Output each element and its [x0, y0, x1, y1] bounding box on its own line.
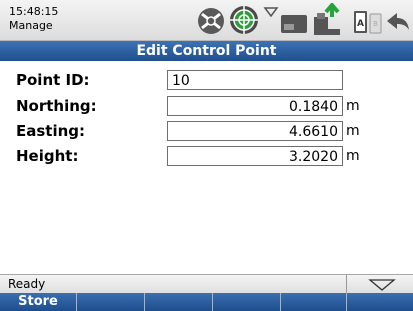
- page-title: Edit Control Point: [0, 41, 413, 61]
- softkey-6[interactable]: [347, 293, 413, 311]
- satellite-icon[interactable]: [196, 6, 226, 36]
- height-label: Height:: [16, 147, 79, 165]
- gnss-target-icon[interactable]: [228, 4, 260, 36]
- mode-label: Manage: [9, 19, 53, 32]
- usb-transfer-icon[interactable]: [312, 3, 342, 37]
- status-bar: Ready: [0, 274, 413, 294]
- easting-field[interactable]: 4.6610: [167, 121, 343, 141]
- easting-label: Easting:: [16, 122, 86, 140]
- height-field[interactable]: 3.2020: [167, 146, 343, 166]
- expand-chevron-icon[interactable]: [368, 278, 396, 292]
- softkey-4[interactable]: [213, 293, 281, 311]
- northing-label: Northing:: [16, 97, 97, 115]
- height-unit: m: [346, 148, 360, 164]
- svg-text:A: A: [357, 19, 364, 29]
- back-arrow-icon[interactable]: [385, 10, 411, 32]
- time-display: 15:48:15: [9, 5, 59, 18]
- store-button[interactable]: Store: [0, 293, 77, 311]
- softkey-3[interactable]: [145, 293, 213, 311]
- softkey-2[interactable]: [77, 293, 145, 311]
- northing-field[interactable]: 0.1840: [167, 96, 343, 116]
- point-id-label: Point ID:: [16, 71, 90, 89]
- top-status-bar: 15:48:15 Manage A B: [0, 0, 413, 41]
- clock: 15:48:15 Manage: [9, 5, 58, 33]
- easting-unit: m: [346, 123, 360, 139]
- battery-icon[interactable]: A B: [353, 9, 383, 35]
- northing-unit: m: [346, 98, 360, 114]
- status-text: Ready: [8, 277, 46, 291]
- softkey-5[interactable]: [281, 293, 347, 311]
- controller-icon[interactable]: [280, 12, 310, 36]
- status-divider: [346, 275, 347, 294]
- softkey-bar: Store: [0, 293, 413, 311]
- point-id-field[interactable]: 10: [167, 70, 343, 90]
- radio-icon[interactable]: [263, 5, 279, 19]
- svg-text:B: B: [373, 20, 378, 28]
